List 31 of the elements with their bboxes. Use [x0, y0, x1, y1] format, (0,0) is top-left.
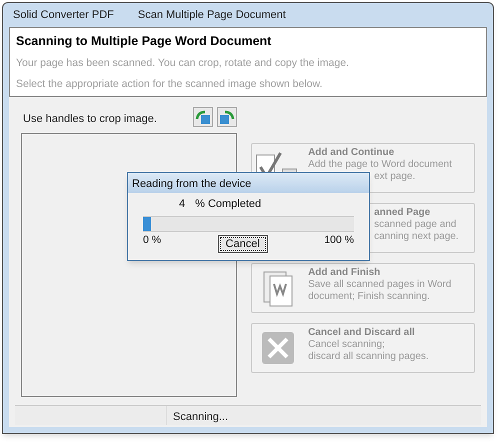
rotate-right-icon: [219, 109, 236, 126]
rotate-left-button[interactable]: [193, 107, 214, 128]
header-title: Scanning to Multiple Page Word Document: [16, 33, 272, 50]
action-button[interactable]: Cancel and Discard all Cancel scanning; discard all scanning pages.: [251, 323, 475, 374]
action-description: discard all scanning pages.: [308, 351, 429, 364]
dialog-title: Reading from the device: [128, 173, 369, 193]
rotate-right-button[interactable]: [217, 107, 238, 128]
action-title: anned Page: [374, 207, 430, 220]
percent-value: 4: [179, 197, 186, 212]
app-name: Solid Converter PDF: [13, 8, 114, 23]
window-title: Scan Multiple Page Document: [138, 8, 286, 23]
action-title: Add and Finish: [308, 267, 380, 280]
min-label: 0 %: [143, 232, 162, 248]
action-description: Save all scanned pages in Word: [308, 279, 452, 292]
action-description: canning next page.: [374, 231, 459, 244]
instruction-text: Select the appropriate action for the scanned image shown below.: [16, 76, 324, 92]
crop-label: Use handles to crop image.: [22, 112, 157, 127]
action-title: Cancel and Discard all: [308, 327, 415, 340]
action-button[interactable]: Add and Finish Save all scanned pages in Word document; Finish scanning.: [251, 263, 475, 314]
action-description: Cancel scanning;: [308, 339, 385, 352]
action-description: ext page.: [374, 171, 416, 184]
action-description: document; Finish scanning.: [308, 291, 430, 304]
action-description: scanned page and: [374, 219, 456, 232]
max-label: 100 %: [324, 232, 354, 248]
action-title: Add and Continue: [308, 147, 394, 160]
cancel-button[interactable]: Cancel: [218, 234, 268, 252]
action-description: Add the page to Word document: [308, 159, 452, 172]
percent-label: % Completed: [195, 197, 262, 212]
status-text: Scanning...: [172, 410, 230, 425]
instruction-text: Your page has been scanned. You can crop, rotate and copy the image.: [16, 56, 350, 71]
rotate-left-icon: [195, 109, 212, 126]
